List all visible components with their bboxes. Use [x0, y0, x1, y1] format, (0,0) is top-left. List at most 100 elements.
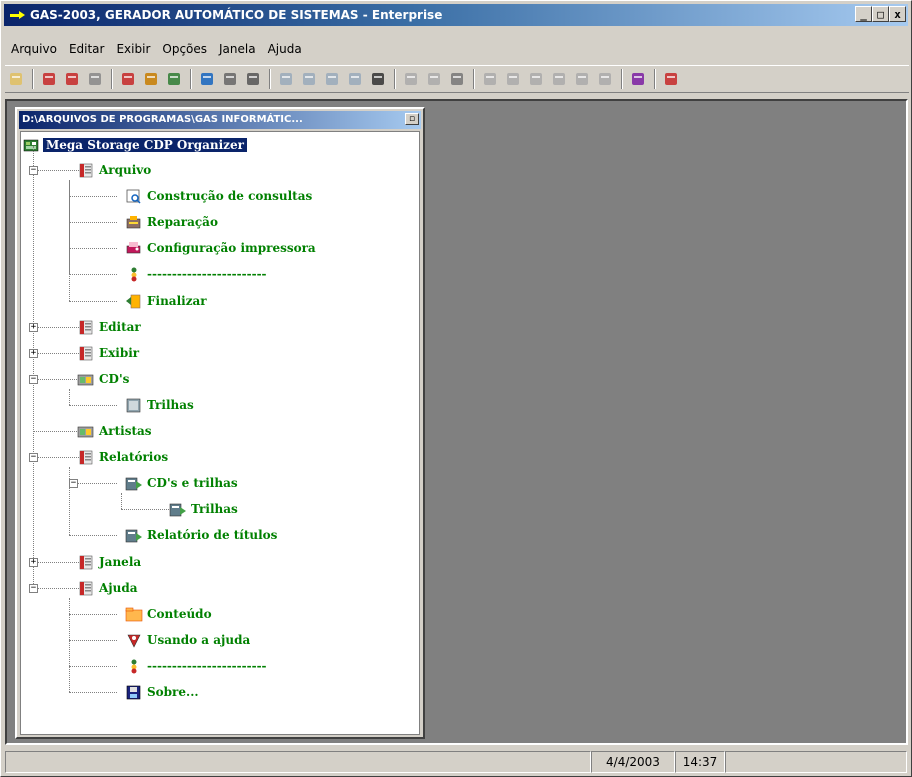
tree-expander[interactable]: +: [29, 349, 38, 358]
toolbar-separator: [32, 69, 34, 89]
paste-icon: [349, 73, 361, 85]
tree-node-finalizar[interactable]: Finalizar: [125, 291, 207, 311]
tree-connector: [33, 353, 79, 354]
undo-button[interactable]: [479, 68, 501, 90]
tracks-icon: [125, 397, 143, 413]
tree-node-sobre[interactable]: Sobre...: [125, 682, 199, 702]
cut-icon: [303, 73, 315, 85]
menu-exibir[interactable]: Exibir: [110, 39, 156, 59]
maximize-button[interactable]: □: [872, 6, 889, 22]
tree-node-label: Conteúdo: [147, 607, 212, 621]
book-button[interactable]: [117, 68, 139, 90]
folder-red-icon: [77, 449, 95, 465]
pencil-icon: [145, 73, 157, 85]
bin-icon: [372, 73, 384, 85]
tree-node-janela[interactable]: Janela: [77, 552, 141, 572]
report-icon: [224, 73, 236, 85]
tree-node-repara-o[interactable]: Reparação: [125, 212, 218, 232]
tree-node-constru-o-de-consultas[interactable]: Construção de consultas: [125, 186, 312, 206]
grid-button[interactable]: [446, 68, 468, 90]
close-button[interactable]: x: [889, 6, 906, 22]
tree-root[interactable]: Mega Storage CDP Organizer: [23, 135, 247, 155]
tree-node-label: Relatório de títulos: [147, 528, 278, 542]
open-folder-button[interactable]: [5, 68, 27, 90]
tree-expander[interactable]: −: [29, 375, 38, 384]
separator-icon: [125, 658, 143, 674]
indent-icon: [530, 73, 542, 85]
toolbar-separator: [621, 69, 623, 89]
tree-expander[interactable]: −: [69, 479, 78, 488]
tree-node-conte-do[interactable]: Conteúdo: [125, 604, 212, 624]
cut-button[interactable]: [298, 68, 320, 90]
menu-editar[interactable]: Editar: [63, 39, 111, 59]
copy-button[interactable]: [321, 68, 343, 90]
tree-node-usando-a-ajuda[interactable]: Usando a ajuda: [125, 630, 250, 650]
printer-button[interactable]: [242, 68, 264, 90]
tree-node-cd-s[interactable]: CD's: [77, 369, 129, 389]
tree-expander[interactable]: +: [29, 323, 38, 332]
pencil-button[interactable]: [140, 68, 162, 90]
redo-button[interactable]: [502, 68, 524, 90]
menu-arquivo[interactable]: Arquivo: [5, 39, 63, 59]
tree-node-relat-rios[interactable]: Relatórios: [77, 447, 168, 467]
tree-node-artistas[interactable]: Artistas: [77, 421, 152, 441]
tree-expander[interactable]: +: [29, 558, 38, 567]
tree-connector: [33, 170, 79, 171]
menu-opcoes[interactable]: Opções: [156, 39, 213, 59]
bin-button[interactable]: [367, 68, 389, 90]
outdent-button[interactable]: [548, 68, 570, 90]
title-bar[interactable]: GAS-2003, GERADOR AUTOMÁTICO DE SISTEMAS…: [4, 4, 908, 26]
rocket-button[interactable]: [163, 68, 185, 90]
tree-expander[interactable]: −: [29, 453, 38, 462]
report-icon: [125, 475, 143, 491]
tree-connector: [69, 467, 70, 535]
tree-node-trilhas[interactable]: Trilhas: [125, 395, 194, 415]
child-window-title[interactable]: D:\ARQUIVOS DE PROGRAMAS\GAS INFORMÁTIC.…: [19, 111, 421, 129]
folder-red-icon: [77, 554, 95, 570]
tree-node-cd-s-e-trilhas[interactable]: CD's e trilhas: [125, 473, 238, 493]
menu-ajuda[interactable]: Ajuda: [262, 39, 308, 59]
document-list-icon: [89, 73, 101, 85]
tree-expander[interactable]: −: [29, 584, 38, 593]
tree-node-[interactable]: ------------------------: [125, 264, 267, 284]
tree-expander[interactable]: −: [29, 166, 38, 175]
paste-button[interactable]: [344, 68, 366, 90]
database-button[interactable]: [196, 68, 218, 90]
minimize-button[interactable]: _: [855, 6, 872, 22]
tree-node-label: Artistas: [99, 424, 152, 438]
tree-node-label: CD's: [99, 372, 130, 386]
tree-node-exibir[interactable]: Exibir: [77, 343, 139, 363]
tree-node-label: Arquivo: [99, 163, 152, 177]
tree-node-trilhas[interactable]: Trilhas: [169, 499, 238, 519]
help-book-button[interactable]: [627, 68, 649, 90]
tree-node-editar[interactable]: Editar: [77, 317, 141, 337]
report-icon: [125, 527, 143, 543]
tree-connector: [33, 431, 79, 432]
replace-button[interactable]: [423, 68, 445, 90]
tree-node-label: Configuração impressora: [147, 241, 316, 255]
align-button[interactable]: [571, 68, 593, 90]
tree-node-ajuda[interactable]: Ajuda: [77, 578, 138, 598]
document-button[interactable]: [61, 68, 83, 90]
grid-icon: [451, 73, 463, 85]
tree-connector: [33, 588, 79, 589]
toolbar: [5, 65, 909, 93]
document-list-button[interactable]: [84, 68, 106, 90]
tree-node-relat-rio-de-t-tulos[interactable]: Relatório de títulos: [125, 525, 277, 545]
child-restore-button[interactable]: ▫: [405, 113, 419, 125]
toolbar-separator: [394, 69, 396, 89]
home-button[interactable]: [660, 68, 682, 90]
tree-node-[interactable]: ------------------------: [125, 656, 267, 676]
printer-config-icon: [125, 240, 143, 256]
insert-button[interactable]: [275, 68, 297, 90]
tree-node-arquivo[interactable]: Arquivo: [77, 160, 151, 180]
tree-node-configura-o-impressora[interactable]: Configuração impressora: [125, 238, 316, 258]
report-button[interactable]: [219, 68, 241, 90]
pdf-button[interactable]: [38, 68, 60, 90]
tree-node-label: Reparação: [147, 215, 218, 229]
list-button[interactable]: [594, 68, 616, 90]
menu-janela[interactable]: Janela: [213, 39, 262, 59]
find-button[interactable]: [400, 68, 422, 90]
cd-icon: [77, 423, 95, 439]
indent-button[interactable]: [525, 68, 547, 90]
